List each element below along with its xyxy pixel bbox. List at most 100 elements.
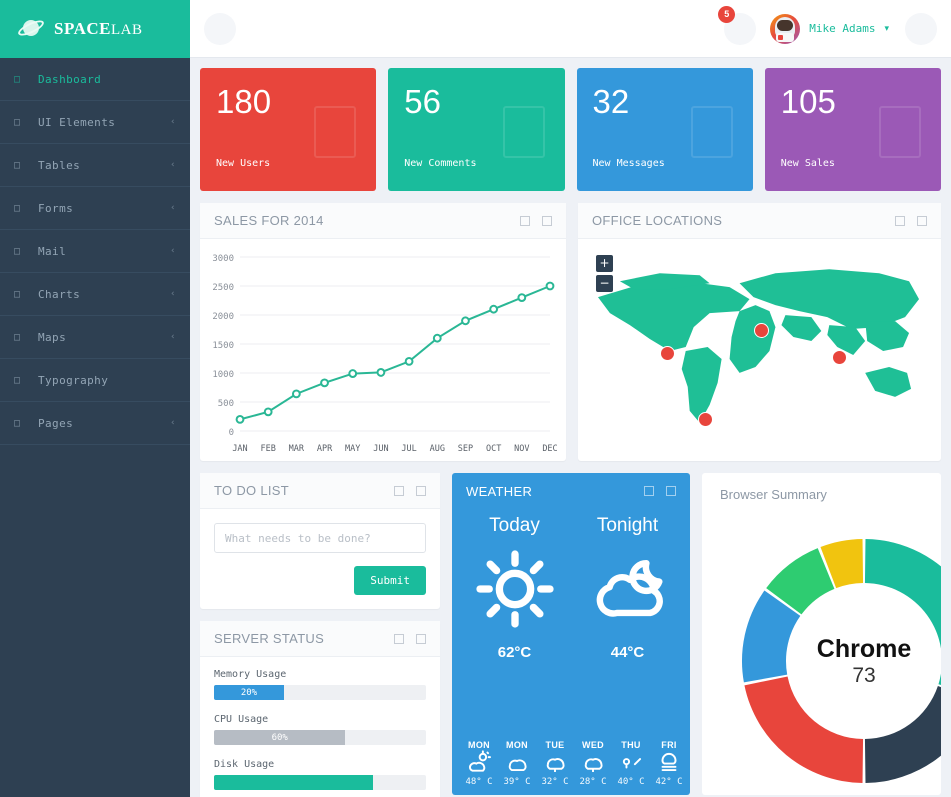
minus-icon[interactable] [394,485,404,496]
south-america-pin[interactable] [697,412,713,428]
stat-card-new-users[interactable]: 180 New Users [200,68,377,191]
sidebar-item-label: Dashboard [38,72,102,86]
map-icon: □ [14,331,21,343]
svg-text:2500: 2500 [212,283,234,293]
envelope-icon [690,106,733,158]
weather-forecast: MON 48° C MON 39° C TUE 32° C WED 28° C THU 40° C… [460,740,688,787]
left-column: TO DO LIST Submit SE [200,473,440,797]
close-icon[interactable] [542,215,552,226]
forecast-day: MON 39° C [498,740,536,787]
gear-icon[interactable] [905,12,937,45]
usage-row: Disk Usage [214,759,426,790]
sidebar-item-forms[interactable]: □ Forms ‹ [0,187,190,230]
todo-card-header: TO DO LIST [200,473,440,509]
sidebar-item-pages[interactable]: □ Pages ‹ [0,402,190,445]
forecast-day: FRI 42° C [650,740,688,787]
svg-text:JUN: JUN [373,444,388,454]
forecast-day-label: FRI [661,740,677,750]
cloud-icon [498,750,536,777]
minus-icon[interactable] [895,215,905,226]
zoom-in-button[interactable]: + [596,255,613,272]
progress-bar [214,775,426,790]
progress-fill [214,775,373,790]
sun-cloud-icon [460,750,498,777]
notification-button[interactable]: 5 [718,5,757,45]
server-status-card: SERVER STATUS Memory Usage 20% CPU Usage 60… [200,621,440,797]
usage-row: Memory Usage 20% [214,669,426,700]
weather-main: Today 62°C Tonight 44°C [452,509,690,661]
brand-logo[interactable]: SPACELAB [0,0,190,58]
donut-slice-safari[interactable] [864,686,941,783]
donut-slice-chrome[interactable] [864,539,941,697]
close-icon[interactable] [917,215,927,226]
user-icon [314,106,357,158]
chevron-icon: ‹ [170,332,176,342]
svg-text:JAN: JAN [232,444,247,454]
weather-card-title: WEATHER [466,483,533,499]
brand-name-light: LAB [110,22,143,38]
svg-text:FEB: FEB [261,444,276,454]
table-icon: □ [14,159,21,171]
svg-text:SEP: SEP [458,444,473,454]
zoom-out-button[interactable]: − [596,275,613,292]
forecast-temp: 42° C [655,777,683,787]
todo-input[interactable] [214,523,426,553]
sidebar-item-charts[interactable]: □ Charts ‹ [0,273,190,316]
forecast-day-label: THU [621,740,641,750]
form-icon: □ [14,202,21,214]
weather-tonight-label: Tonight [596,515,659,536]
asia-pin[interactable] [832,350,848,365]
sidebar-item-label: Maps [38,330,67,344]
sidebar-item-label: Charts [38,287,81,301]
forecast-day: THU 40° C [612,740,650,787]
usage-row: CPU Usage 60% [214,714,426,745]
sidebar-item-ui-elements[interactable]: □ UI Elements ‹ [0,101,190,144]
world-map[interactable]: + − [578,239,941,461]
stat-card-new-comments[interactable]: 56 New Comments [388,68,565,191]
notification-badge: 5 [718,5,736,23]
sidebar-item-tables[interactable]: □ Tables ‹ [0,144,190,187]
chart-icon: □ [14,288,21,300]
close-icon[interactable] [666,486,676,496]
sales-card: SALES FOR 2014 0 500 1000 1500 2000 2500 3000 J… [200,203,566,461]
forecast-temp: 39° C [503,777,531,787]
dashboard-app: SPACELAB □ Dashboard □ UI Elements ‹ □ Tables ‹… [0,0,951,797]
chevron-icon: ‹ [170,117,176,127]
chevron-icon: ‹ [170,418,176,428]
north-america-pin[interactable] [659,345,675,361]
sidebar-item-mail[interactable]: □ Mail ‹ [0,230,190,273]
sidebar-item-dashboard[interactable]: □ Dashboard [0,58,190,101]
stat-card-new-messages[interactable]: 32 New Messages [576,68,753,191]
cloud-moon-icon [596,560,663,617]
submit-button[interactable]: Submit [354,566,426,595]
chevron-icon: ‹ [170,289,176,299]
close-icon[interactable] [416,633,426,644]
usage-label: Disk Usage [214,759,275,770]
minus-icon[interactable] [644,486,654,496]
user-name: Mike Adams [809,22,876,35]
map-card: OFFICE LOCATIONS + − [578,203,941,461]
svg-text:2000: 2000 [212,312,234,322]
weather-card-header: WEATHER [452,473,690,509]
user-menu[interactable]: Mike Adams ▾ [770,13,889,44]
grid-icon: □ [14,116,21,128]
sales-card-header: SALES FOR 2014 [200,203,566,239]
close-icon[interactable] [416,485,426,496]
pages-icon: □ [14,417,21,429]
hamburger-icon[interactable] [204,12,236,45]
minus-icon[interactable] [520,215,530,226]
forecast-day-label: MON [506,740,528,750]
minus-icon[interactable] [394,633,404,644]
usage-label: Memory Usage [214,669,287,680]
todo-card-title: TO DO LIST [214,483,289,498]
map-svg [597,269,920,423]
typography-icon: □ [14,374,21,386]
stat-cards: 180 New Users 56 New Comments 32 New Messages… [200,68,941,191]
stat-card-new-sales[interactable]: 105 New Sales [764,68,941,191]
sidebar-item-typography[interactable]: □ Typography [0,359,190,402]
sidebar-item-label: Tables [38,158,81,172]
sidebar-item-maps[interactable]: □ Maps ‹ [0,316,190,359]
svg-text:3000: 3000 [212,254,234,264]
donut-slice-firefox[interactable] [744,676,864,783]
sidebar-item-label: Forms [38,201,74,215]
